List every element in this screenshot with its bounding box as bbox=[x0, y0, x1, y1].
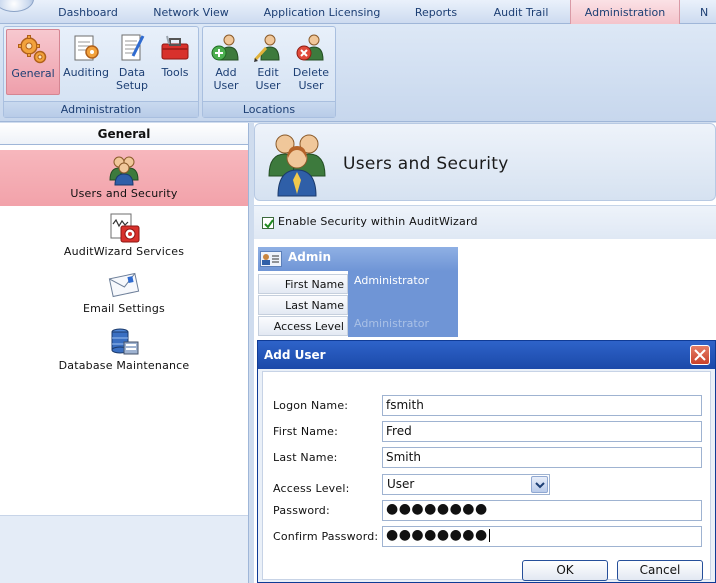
first-name-value: Administrator bbox=[354, 274, 429, 287]
tab-application-licensing[interactable]: Application Licensing bbox=[262, 0, 382, 24]
first-name-input[interactable]: Fred bbox=[382, 421, 702, 442]
left-panel-footer bbox=[0, 515, 248, 583]
last-name-label: Last Name bbox=[258, 295, 348, 315]
enable-security-checkbox[interactable] bbox=[262, 217, 274, 229]
dialog-body: Logon Name: fsmith First Name: Fred Last… bbox=[262, 371, 711, 581]
dialog-titlebar[interactable]: Add User bbox=[258, 341, 715, 369]
general-button[interactable]: General bbox=[6, 29, 60, 95]
access-level-label: Access Level bbox=[258, 316, 348, 336]
admin-user-card[interactable]: Admin First Name Administrator Last Name… bbox=[258, 247, 458, 337]
data-setup-icon bbox=[121, 34, 145, 61]
dialog-title: Add User bbox=[264, 348, 326, 362]
nav-item-email-settings[interactable]: Email Settings bbox=[0, 265, 248, 321]
ribbon: General Auditing Data Setup Tools Admini… bbox=[0, 24, 716, 122]
add-user-button-label: Add User bbox=[213, 66, 239, 92]
checkmark-icon bbox=[264, 219, 274, 229]
nav-item-users-and-security[interactable]: Users and Security bbox=[0, 150, 248, 206]
text-caret bbox=[488, 528, 490, 542]
cancel-button[interactable]: Cancel bbox=[617, 560, 703, 581]
add-user-icon bbox=[211, 34, 239, 61]
ribbon-group-label-locations: Locations bbox=[203, 101, 335, 117]
tools-button-label: Tools bbox=[161, 66, 189, 79]
services-icon bbox=[110, 213, 140, 243]
last-name-input[interactable]: Smith bbox=[382, 447, 702, 468]
access-level-field-label: Access Level: bbox=[273, 482, 350, 495]
auditing-icon bbox=[74, 35, 99, 61]
top-tab-bar: Dashboard Network View Application Licen… bbox=[0, 0, 716, 24]
nav-item-label: AuditWizard Services bbox=[63, 245, 185, 258]
add-user-dialog: Add User Logon Name: fsmith First Name: … bbox=[257, 340, 716, 583]
left-nav-panel: General Users and Security AuditWizard S… bbox=[0, 123, 249, 583]
auditing-button[interactable]: Auditing bbox=[62, 29, 110, 95]
last-name-field-label: Last Name: bbox=[273, 451, 338, 464]
ribbon-group-locations: Add User Edit User Delete User Locations bbox=[202, 26, 336, 118]
toolbox-icon bbox=[161, 35, 189, 60]
password-label: Password: bbox=[273, 504, 330, 517]
nav-item-label: Database Maintenance bbox=[58, 359, 190, 372]
password-input[interactable]: ●●●●●●●● bbox=[382, 500, 702, 521]
edit-user-button[interactable]: Edit User bbox=[247, 29, 289, 95]
tab-dashboard[interactable]: Dashboard bbox=[52, 0, 124, 24]
app-menu-orb[interactable] bbox=[0, 0, 34, 12]
left-panel-title: General bbox=[0, 123, 248, 145]
auditing-button-label: Auditing bbox=[63, 66, 109, 79]
close-icon bbox=[694, 349, 706, 361]
add-user-button[interactable]: Add User bbox=[205, 29, 247, 95]
nav-item-database-maintenance[interactable]: Database Maintenance bbox=[0, 322, 248, 378]
content-header: Users and Security bbox=[254, 123, 716, 201]
user-card-icon bbox=[260, 251, 282, 267]
access-level-select[interactable]: User bbox=[382, 474, 550, 495]
delete-user-icon bbox=[296, 34, 324, 61]
email-icon bbox=[108, 272, 140, 298]
confirm-password-value: ●●●●●●●● bbox=[386, 527, 488, 543]
data-setup-button-label: Data Setup bbox=[115, 66, 149, 92]
page-title: Users and Security bbox=[343, 154, 509, 174]
tab-administration[interactable]: Administration bbox=[570, 0, 680, 24]
nav-item-label: Email Settings bbox=[83, 302, 165, 315]
ribbon-group-administration: General Auditing Data Setup Tools Admini… bbox=[3, 26, 199, 118]
tab-reports[interactable]: Reports bbox=[404, 0, 468, 24]
tools-button[interactable]: Tools bbox=[154, 29, 196, 95]
chevron-down-icon bbox=[535, 482, 545, 489]
first-name-field-label: First Name: bbox=[273, 425, 339, 438]
enable-security-label[interactable]: Enable Security within AuditWizard bbox=[278, 215, 478, 228]
admin-card-title: Admin bbox=[288, 250, 332, 264]
dialog-close-button[interactable] bbox=[690, 345, 710, 365]
tab-audit-trail[interactable]: Audit Trail bbox=[486, 0, 556, 24]
logon-name-label: Logon Name: bbox=[273, 399, 349, 412]
dropdown-arrow[interactable] bbox=[531, 476, 548, 493]
tab-network-view[interactable]: Network View bbox=[150, 0, 232, 24]
tab-next-partial[interactable]: N bbox=[700, 0, 716, 24]
gears-icon bbox=[18, 35, 47, 64]
access-level-selected-value: User bbox=[387, 477, 415, 491]
delete-user-button-label: Delete User bbox=[292, 66, 330, 92]
database-icon bbox=[111, 328, 139, 355]
nav-item-auditwizard-services[interactable]: AuditWizard Services bbox=[0, 208, 248, 264]
delete-user-button[interactable]: Delete User bbox=[289, 29, 333, 95]
nav-item-label: Users and Security bbox=[70, 187, 178, 200]
first-name-label: First Name bbox=[258, 274, 348, 294]
users-icon bbox=[109, 156, 139, 186]
enable-security-row: Enable Security within AuditWizard bbox=[254, 205, 716, 239]
access-level-value: Administrator bbox=[354, 317, 429, 330]
confirm-password-label: Confirm Password: bbox=[273, 530, 379, 543]
users-and-security-icon bbox=[268, 134, 326, 197]
general-button-label: General bbox=[11, 67, 55, 80]
confirm-password-input[interactable]: ●●●●●●●● bbox=[382, 526, 702, 547]
edit-user-button-label: Edit User bbox=[255, 66, 281, 92]
edit-user-icon bbox=[253, 34, 280, 62]
logon-name-input[interactable]: fsmith bbox=[382, 395, 702, 416]
ribbon-group-label-administration: Administration bbox=[4, 101, 198, 117]
ok-button[interactable]: OK bbox=[522, 560, 608, 581]
admin-card-header: Admin bbox=[258, 247, 458, 271]
data-setup-button[interactable]: Data Setup bbox=[110, 29, 154, 95]
